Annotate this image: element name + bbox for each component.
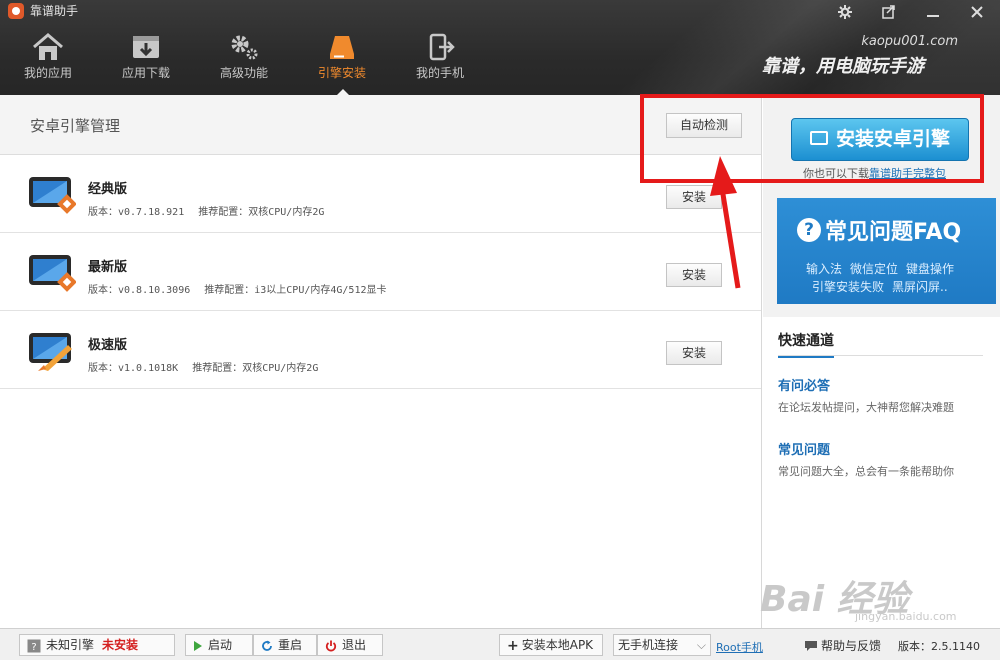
engine-meta: 版本：v0.8.10.3096 推荐配置：i3以上CPU/内存4G/512显卡 — [88, 281, 401, 296]
help-label: 帮助与反馈 — [821, 639, 882, 653]
faq-topics-line2: 引擎安装失败 黑屏闪屏.. — [812, 278, 956, 295]
install-button[interactable]: 安装 — [666, 185, 722, 209]
engine-version: 版本：v0.7.18.921 — [88, 207, 185, 218]
play-icon — [194, 640, 202, 651]
monitor-rocket-icon — [29, 333, 72, 371]
engine-meta: 版本：v1.0.1018K 推荐配置：双核CPU/内存2G — [88, 359, 332, 374]
status-bar: ? 未知引擎 未安装 启动 重启 退出 + 安装本地APK 无手机连接 ⌵ Root手机… — [0, 628, 1000, 660]
quick-link-desc: 常见问题大全，总会有一条能帮助你 — [778, 465, 954, 478]
version-text: 版本：2.5.1140 — [898, 640, 980, 653]
phone-status: 无手机连接 — [618, 638, 679, 652]
faq-banner[interactable]: ? 常见问题FAQ 输入法 微信定位 键盘操作 引擎安装失败 黑屏闪屏.. — [777, 198, 996, 304]
engine-status-label: 未知引擎 — [46, 638, 95, 652]
nav-label: 我的手机 — [415, 66, 464, 80]
help-feedback-button[interactable]: 帮助与反馈 — [804, 637, 881, 654]
faq-topic[interactable]: 微信定位 — [850, 262, 898, 276]
brand-slogan: 靠谱，用电脑玩手游 — [762, 56, 924, 77]
quick-link-desc: 在论坛发帖提问，大神帮您解决难题 — [778, 401, 954, 414]
nav-my-phone[interactable]: 我的手机 — [392, 28, 488, 95]
nav-app-download[interactable]: 应用下载 — [98, 28, 194, 95]
faq-title-text: 常见问题FAQ — [825, 220, 962, 245]
faq-topic[interactable]: 黑屏闪屏.. — [892, 280, 948, 294]
faq-title: ? 常见问题FAQ — [797, 214, 961, 246]
install-button[interactable]: 安装 — [666, 341, 722, 365]
engine-meta: 版本：v0.7.18.921 推荐配置：双核CPU/内存2G — [88, 203, 338, 218]
app-title: 靠谱助手 — [30, 4, 79, 18]
nav-label: 高级功能 — [219, 66, 268, 80]
app-logo: 靠谱助手 — [8, 2, 78, 19]
engine-config: 推荐配置：双核CPU/内存2G — [192, 363, 319, 374]
nav-engine-install[interactable]: 引擎安装 — [294, 28, 390, 95]
quick-access-title: 快速通道 — [778, 330, 834, 358]
engine-status: ? 未知引擎 未安装 — [19, 634, 175, 656]
start-label: 启动 — [208, 638, 233, 652]
phone-connect-icon — [429, 33, 455, 61]
refresh-icon — [262, 640, 272, 651]
nav-my-apps[interactable]: 我的应用 — [0, 28, 96, 95]
exit-label: 退出 — [342, 638, 367, 652]
engine-version: 版本：v1.0.1018K — [88, 363, 179, 374]
phone-select[interactable]: 无手机连接 ⌵ — [613, 634, 711, 656]
title-bar: 靠谱助手 我的应用 应用下载 高级功能 引擎安装 我的手机 kaopu001.c… — [0, 0, 1000, 95]
chevron-down-icon: ⌵ — [696, 638, 706, 652]
gears-icon — [231, 35, 258, 60]
engine-row: 最新版 版本：v0.8.10.3096 推荐配置：i3以上CPU/内存4G/512… — [0, 233, 761, 311]
settings-gear-icon[interactable] — [828, 0, 862, 24]
engine-name: 经典版 — [88, 182, 128, 197]
unknown-engine-icon: ? — [27, 639, 41, 653]
install-apk-label: 安装本地APK — [521, 638, 594, 652]
engine-status-value: 未安装 — [102, 638, 139, 652]
brand-url: kaopu001.com — [861, 34, 958, 49]
exit-button[interactable]: 退出 — [317, 634, 383, 656]
engine-version: 版本：v0.8.10.3096 — [88, 285, 191, 296]
quick-link-faq[interactable]: 常见问题 — [778, 439, 830, 458]
chat-bubble-icon — [805, 640, 817, 651]
monitor-orange-badge-icon — [29, 255, 76, 292]
nav-advanced[interactable]: 高级功能 — [196, 28, 292, 95]
engine-name: 最新版 — [88, 260, 128, 275]
faq-topic[interactable]: 引擎安装失败 — [812, 280, 884, 294]
monitor-orange-badge-icon — [29, 177, 76, 214]
nav-label: 引擎安装 — [317, 66, 366, 80]
restart-label: 重启 — [278, 638, 303, 652]
faq-topics-line1: 输入法 微信定位 键盘操作 — [806, 260, 962, 277]
plus-icon: + — [507, 637, 519, 654]
restore-icon[interactable] — [872, 0, 906, 24]
question-icon: ? — [797, 218, 821, 242]
faq-topic[interactable]: 键盘操作 — [906, 262, 954, 276]
nav-label: 我的应用 — [23, 66, 72, 80]
app-logo-icon — [8, 2, 24, 19]
faq-topic[interactable]: 输入法 — [806, 262, 842, 276]
page-title: 安卓引擎管理 — [30, 117, 121, 135]
restart-button[interactable]: 重启 — [253, 634, 317, 656]
engine-row: 极速版 版本：v1.0.1018K 推荐配置：双核CPU/内存2G 安装 — [0, 311, 761, 389]
nav-label: 应用下载 — [121, 66, 170, 80]
install-button[interactable]: 安装 — [666, 263, 722, 287]
close-icon[interactable] — [960, 0, 994, 24]
svg-text:?: ? — [31, 642, 36, 653]
start-button[interactable]: 启动 — [185, 634, 253, 656]
engine-name: 极速版 — [88, 338, 128, 353]
install-local-apk-button[interactable]: + 安装本地APK — [499, 634, 603, 656]
power-icon — [325, 640, 337, 651]
watermark-url: jingyan.baidu.com — [855, 610, 957, 623]
engine-install-icon — [330, 36, 354, 59]
highlight-box — [640, 94, 984, 183]
root-phone-link[interactable]: Root手机 — [716, 639, 763, 655]
engine-config: 推荐配置：双核CPU/内存2G — [198, 207, 325, 218]
home-icon — [33, 33, 63, 60]
quick-link-ask[interactable]: 有问必答 — [778, 375, 830, 394]
download-icon — [133, 36, 159, 58]
minimize-icon[interactable] — [916, 0, 950, 24]
engine-config: 推荐配置：i3以上CPU/内存4G/512显卡 — [204, 285, 387, 296]
divider — [778, 355, 983, 356]
